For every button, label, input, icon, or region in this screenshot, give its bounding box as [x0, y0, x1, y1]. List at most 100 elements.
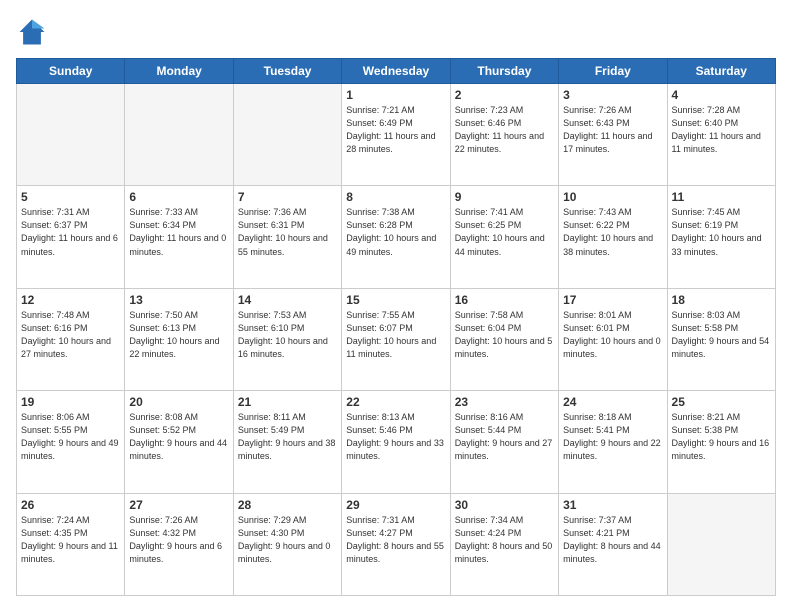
calendar-day-cell: 1Sunrise: 7:21 AM Sunset: 6:49 PM Daylig…: [342, 84, 450, 186]
day-info: Sunrise: 7:24 AM Sunset: 4:35 PM Dayligh…: [21, 514, 120, 566]
day-info: Sunrise: 7:28 AM Sunset: 6:40 PM Dayligh…: [672, 104, 771, 156]
calendar-page: SundayMondayTuesdayWednesdayThursdayFrid…: [0, 0, 792, 612]
day-info: Sunrise: 7:50 AM Sunset: 6:13 PM Dayligh…: [129, 309, 228, 361]
day-info: Sunrise: 8:11 AM Sunset: 5:49 PM Dayligh…: [238, 411, 337, 463]
day-info: Sunrise: 7:41 AM Sunset: 6:25 PM Dayligh…: [455, 206, 554, 258]
day-info: Sunrise: 7:31 AM Sunset: 6:37 PM Dayligh…: [21, 206, 120, 258]
header: [16, 16, 776, 48]
calendar-day-cell: 22 Sunrise: 8:13 AM Sunset: 5:46 PM Dayli…: [342, 391, 450, 493]
day-number: 8: [346, 190, 445, 204]
calendar-body: 1Sunrise: 7:21 AM Sunset: 6:49 PM Daylig…: [17, 84, 776, 596]
day-number: 4: [672, 88, 771, 102]
day-info: Sunrise: 7:48 AM Sunset: 6:16 PM Dayligh…: [21, 309, 120, 361]
calendar-day-cell: 27 Sunrise: 7:26 AM Sunset: 4:32 PM Dayli…: [125, 493, 233, 595]
day-number: 12: [21, 293, 120, 307]
day-number: 23: [455, 395, 554, 409]
calendar-day-cell: [667, 493, 775, 595]
day-info: Sunrise: 8:06 AM Sunset: 5:55 PM Dayligh…: [21, 411, 120, 463]
weekday-header-cell: Saturday: [667, 59, 775, 84]
day-number: 20: [129, 395, 228, 409]
calendar-day-cell: 15 Sunrise: 7:55 AM Sunset: 6:07 PM Dayli…: [342, 288, 450, 390]
calendar-day-cell: 30 Sunrise: 7:34 AM Sunset: 4:24 PM Dayli…: [450, 493, 558, 595]
day-info: Sunrise: 7:26 AM Sunset: 6:43 PM Dayligh…: [563, 104, 662, 156]
weekday-header-cell: Thursday: [450, 59, 558, 84]
day-number: 26: [21, 498, 120, 512]
calendar-week-row: 26 Sunrise: 7:24 AM Sunset: 4:35 PM Dayli…: [17, 493, 776, 595]
day-info: Sunrise: 7:23 AM Sunset: 6:46 PM Dayligh…: [455, 104, 554, 156]
calendar-day-cell: 21 Sunrise: 8:11 AM Sunset: 5:49 PM Dayli…: [233, 391, 341, 493]
day-number: 2: [455, 88, 554, 102]
day-number: 3: [563, 88, 662, 102]
weekday-header-cell: Tuesday: [233, 59, 341, 84]
day-number: 28: [238, 498, 337, 512]
day-info: Sunrise: 7:36 AM Sunset: 6:31 PM Dayligh…: [238, 206, 337, 258]
calendar-day-cell: 2 Sunrise: 7:23 AM Sunset: 6:46 PM Daylig…: [450, 84, 558, 186]
calendar-week-row: 5 Sunrise: 7:31 AM Sunset: 6:37 PM Daylig…: [17, 186, 776, 288]
day-info: Sunrise: 8:21 AM Sunset: 5:38 PM Dayligh…: [672, 411, 771, 463]
calendar-day-cell: 6Sunrise: 7:33 AM Sunset: 6:34 PM Daylig…: [125, 186, 233, 288]
calendar-day-cell: 16 Sunrise: 7:58 AM Sunset: 6:04 PM Dayli…: [450, 288, 558, 390]
day-number: 19: [21, 395, 120, 409]
day-number: 31: [563, 498, 662, 512]
calendar-day-cell: 10 Sunrise: 7:43 AM Sunset: 6:22 PM Dayli…: [559, 186, 667, 288]
day-info: Sunrise: 7:45 AM Sunset: 6:19 PM Dayligh…: [672, 206, 771, 258]
calendar-day-cell: 28 Sunrise: 7:29 AM Sunset: 4:30 PM Dayli…: [233, 493, 341, 595]
day-info: Sunrise: 7:31 AM Sunset: 4:27 PM Dayligh…: [346, 514, 445, 566]
day-number: 16: [455, 293, 554, 307]
day-number: 27: [129, 498, 228, 512]
day-info: Sunrise: 7:38 AM Sunset: 6:28 PM Dayligh…: [346, 206, 445, 258]
day-info: Sunrise: 7:43 AM Sunset: 6:22 PM Dayligh…: [563, 206, 662, 258]
day-info: Sunrise: 7:29 AM Sunset: 4:30 PM Dayligh…: [238, 514, 337, 566]
day-number: 15: [346, 293, 445, 307]
day-number: 24: [563, 395, 662, 409]
day-info: Sunrise: 7:53 AM Sunset: 6:10 PM Dayligh…: [238, 309, 337, 361]
weekday-header-cell: Monday: [125, 59, 233, 84]
calendar-day-cell: 14 Sunrise: 7:53 AM Sunset: 6:10 PM Dayli…: [233, 288, 341, 390]
logo: [16, 16, 52, 48]
day-info: Sunrise: 7:37 AM Sunset: 4:21 PM Dayligh…: [563, 514, 662, 566]
day-number: 5: [21, 190, 120, 204]
day-number: 17: [563, 293, 662, 307]
day-number: 11: [672, 190, 771, 204]
calendar-day-cell: 24 Sunrise: 8:18 AM Sunset: 5:41 PM Dayli…: [559, 391, 667, 493]
calendar-week-row: 1Sunrise: 7:21 AM Sunset: 6:49 PM Daylig…: [17, 84, 776, 186]
weekday-header-row: SundayMondayTuesdayWednesdayThursdayFrid…: [17, 59, 776, 84]
calendar-day-cell: 26 Sunrise: 7:24 AM Sunset: 4:35 PM Dayli…: [17, 493, 125, 595]
calendar-day-cell: 17Sunrise: 8:01 AM Sunset: 6:01 PM Dayli…: [559, 288, 667, 390]
day-number: 30: [455, 498, 554, 512]
calendar-day-cell: 23 Sunrise: 8:16 AM Sunset: 5:44 PM Dayli…: [450, 391, 558, 493]
day-number: 25: [672, 395, 771, 409]
calendar-week-row: 12 Sunrise: 7:48 AM Sunset: 6:16 PM Dayli…: [17, 288, 776, 390]
calendar-day-cell: 18 Sunrise: 8:03 AM Sunset: 5:58 PM Dayli…: [667, 288, 775, 390]
calendar-day-cell: 31 Sunrise: 7:37 AM Sunset: 4:21 PM Dayli…: [559, 493, 667, 595]
day-info: Sunrise: 7:55 AM Sunset: 6:07 PM Dayligh…: [346, 309, 445, 361]
calendar-day-cell: 12 Sunrise: 7:48 AM Sunset: 6:16 PM Dayli…: [17, 288, 125, 390]
calendar-day-cell: 29 Sunrise: 7:31 AM Sunset: 4:27 PM Dayli…: [342, 493, 450, 595]
day-info: Sunrise: 8:13 AM Sunset: 5:46 PM Dayligh…: [346, 411, 445, 463]
day-number: 6: [129, 190, 228, 204]
calendar-day-cell: 7Sunrise: 7:36 AM Sunset: 6:31 PM Daylig…: [233, 186, 341, 288]
day-number: 29: [346, 498, 445, 512]
day-info: Sunrise: 8:03 AM Sunset: 5:58 PM Dayligh…: [672, 309, 771, 361]
day-number: 22: [346, 395, 445, 409]
day-number: 9: [455, 190, 554, 204]
day-info: Sunrise: 7:26 AM Sunset: 4:32 PM Dayligh…: [129, 514, 228, 566]
day-number: 1: [346, 88, 445, 102]
logo-icon: [16, 16, 48, 48]
day-info: Sunrise: 8:18 AM Sunset: 5:41 PM Dayligh…: [563, 411, 662, 463]
calendar-day-cell: 9 Sunrise: 7:41 AM Sunset: 6:25 PM Daylig…: [450, 186, 558, 288]
weekday-header-cell: Wednesday: [342, 59, 450, 84]
day-info: Sunrise: 7:34 AM Sunset: 4:24 PM Dayligh…: [455, 514, 554, 566]
calendar-day-cell: 13Sunrise: 7:50 AM Sunset: 6:13 PM Dayli…: [125, 288, 233, 390]
day-info: Sunrise: 7:58 AM Sunset: 6:04 PM Dayligh…: [455, 309, 554, 361]
calendar-day-cell: 20 Sunrise: 8:08 AM Sunset: 5:52 PM Dayli…: [125, 391, 233, 493]
day-info: Sunrise: 8:08 AM Sunset: 5:52 PM Dayligh…: [129, 411, 228, 463]
day-info: Sunrise: 8:16 AM Sunset: 5:44 PM Dayligh…: [455, 411, 554, 463]
calendar-day-cell: [17, 84, 125, 186]
calendar-week-row: 19 Sunrise: 8:06 AM Sunset: 5:55 PM Dayli…: [17, 391, 776, 493]
day-number: 14: [238, 293, 337, 307]
calendar-day-cell: 19 Sunrise: 8:06 AM Sunset: 5:55 PM Dayli…: [17, 391, 125, 493]
day-number: 10: [563, 190, 662, 204]
day-number: 18: [672, 293, 771, 307]
day-number: 21: [238, 395, 337, 409]
